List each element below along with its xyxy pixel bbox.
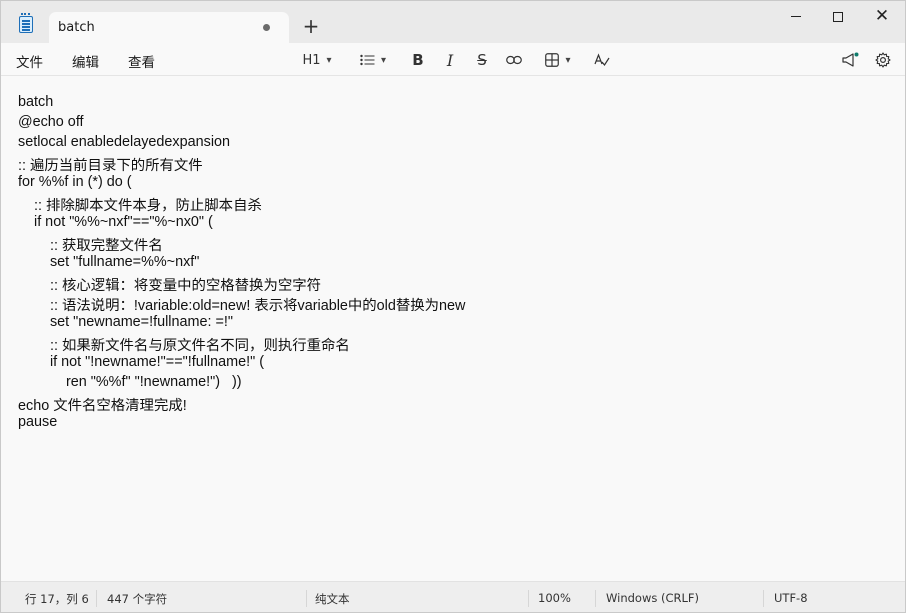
status-bar: 行 17，列 6 447 个字符 纯文本 100% Windows (CRLF)… [1, 581, 905, 612]
spellcheck-button[interactable] [592, 50, 612, 70]
chevron-down-icon: ▾ [565, 54, 571, 66]
copilot-button[interactable] [839, 50, 861, 70]
title-bar: batch + ✕ [1, 1, 905, 43]
encoding[interactable]: UTF-8 [774, 591, 808, 605]
tab-batch[interactable]: batch [49, 12, 289, 43]
editor-line: :: 获取完整文件名 [18, 238, 163, 254]
chevron-down-icon: ▾ [326, 54, 332, 66]
text-editor[interactable]: batch @echo off setlocal enabledelayedexpa… [1, 77, 905, 580]
editor-line: for %%f in (*) do ( [18, 174, 132, 190]
new-tab-button[interactable]: + [300, 15, 322, 37]
editor-line: :: 核心逻辑：将变量中的空格替换为空字符 [18, 278, 322, 294]
gear-icon [875, 52, 891, 68]
heading-label: H1 [302, 52, 321, 68]
link-button[interactable] [504, 50, 524, 70]
editor-line: :: 语法说明：!variable:old=new! 表示将variable中的… [18, 298, 466, 314]
editor-line: echo 文件名空格清理完成! [18, 398, 187, 414]
notepad-app-icon [19, 13, 33, 33]
character-count: 447 个字符 [107, 592, 168, 606]
minimize-button[interactable] [773, 1, 819, 33]
line-ending[interactable]: Windows (CRLF) [606, 591, 699, 605]
editor-line: pause [18, 414, 58, 430]
editor-line: batch [18, 94, 54, 110]
heading-dropdown[interactable]: H1 ▾ [299, 50, 335, 70]
strikethrough-button[interactable]: S [473, 50, 491, 70]
status-divider [96, 590, 97, 607]
minimize-icon [791, 16, 801, 17]
megaphone-icon [842, 52, 859, 67]
editor-line: ren "%%f" "!newname!") )) [18, 374, 242, 390]
toolbar: 文件 编辑 查看 H1 ▾ ▾ B I S ▾ [1, 43, 905, 76]
editor-line: @echo off [18, 114, 84, 130]
text-format[interactable]: 纯文本 [315, 591, 350, 607]
italic-button[interactable]: I [441, 50, 459, 70]
list-dropdown[interactable]: ▾ [355, 50, 391, 70]
unsaved-indicator-icon[interactable] [263, 24, 270, 31]
editor-line: :: 排除脚本文件本身，防止脚本自杀 [18, 198, 262, 214]
status-divider [763, 590, 764, 607]
maximize-icon [833, 11, 843, 22]
link-icon [506, 55, 522, 65]
settings-button[interactable] [872, 50, 894, 70]
editor-line: if not "!newname!"=="!fullname!" ( [18, 354, 264, 370]
close-button[interactable]: ✕ [859, 1, 905, 33]
table-dropdown[interactable]: ▾ [539, 50, 577, 70]
editor-line: set "fullname=%%~nxf" [18, 254, 200, 270]
chevron-down-icon: ▾ [380, 54, 387, 66]
tab-title: batch [58, 20, 95, 35]
cursor-position: 行 17，列 6 [25, 592, 89, 606]
editor-line: setlocal enabledelayedexpansion [18, 134, 231, 150]
status-divider [306, 590, 307, 607]
notepad-window: batch + ✕ 文件 编辑 查看 H1 ▾ ▾ B I S ▾ batch … [0, 0, 906, 613]
spellcheck-icon [594, 53, 610, 67]
editor-line: :: 遍历当前目录下的所有文件 [18, 158, 203, 174]
status-divider [595, 590, 596, 607]
menu-view[interactable]: 查看 [128, 51, 155, 71]
editor-line: if not "%%~nxf"=="%~nx0" ( [18, 214, 213, 230]
bold-button[interactable]: B [409, 50, 427, 70]
editor-line: set "newname=!fullname: =!" [18, 314, 233, 330]
status-divider [528, 590, 529, 607]
maximize-button[interactable] [815, 1, 861, 33]
editor-line: :: 如果新文件名与原文件名不同，则执行重命名 [18, 338, 350, 354]
table-icon [545, 53, 560, 67]
list-icon [360, 54, 375, 66]
zoom-level[interactable]: 100% [538, 591, 571, 605]
menu-edit[interactable]: 编辑 [72, 51, 99, 71]
menu-file[interactable]: 文件 [16, 51, 43, 71]
